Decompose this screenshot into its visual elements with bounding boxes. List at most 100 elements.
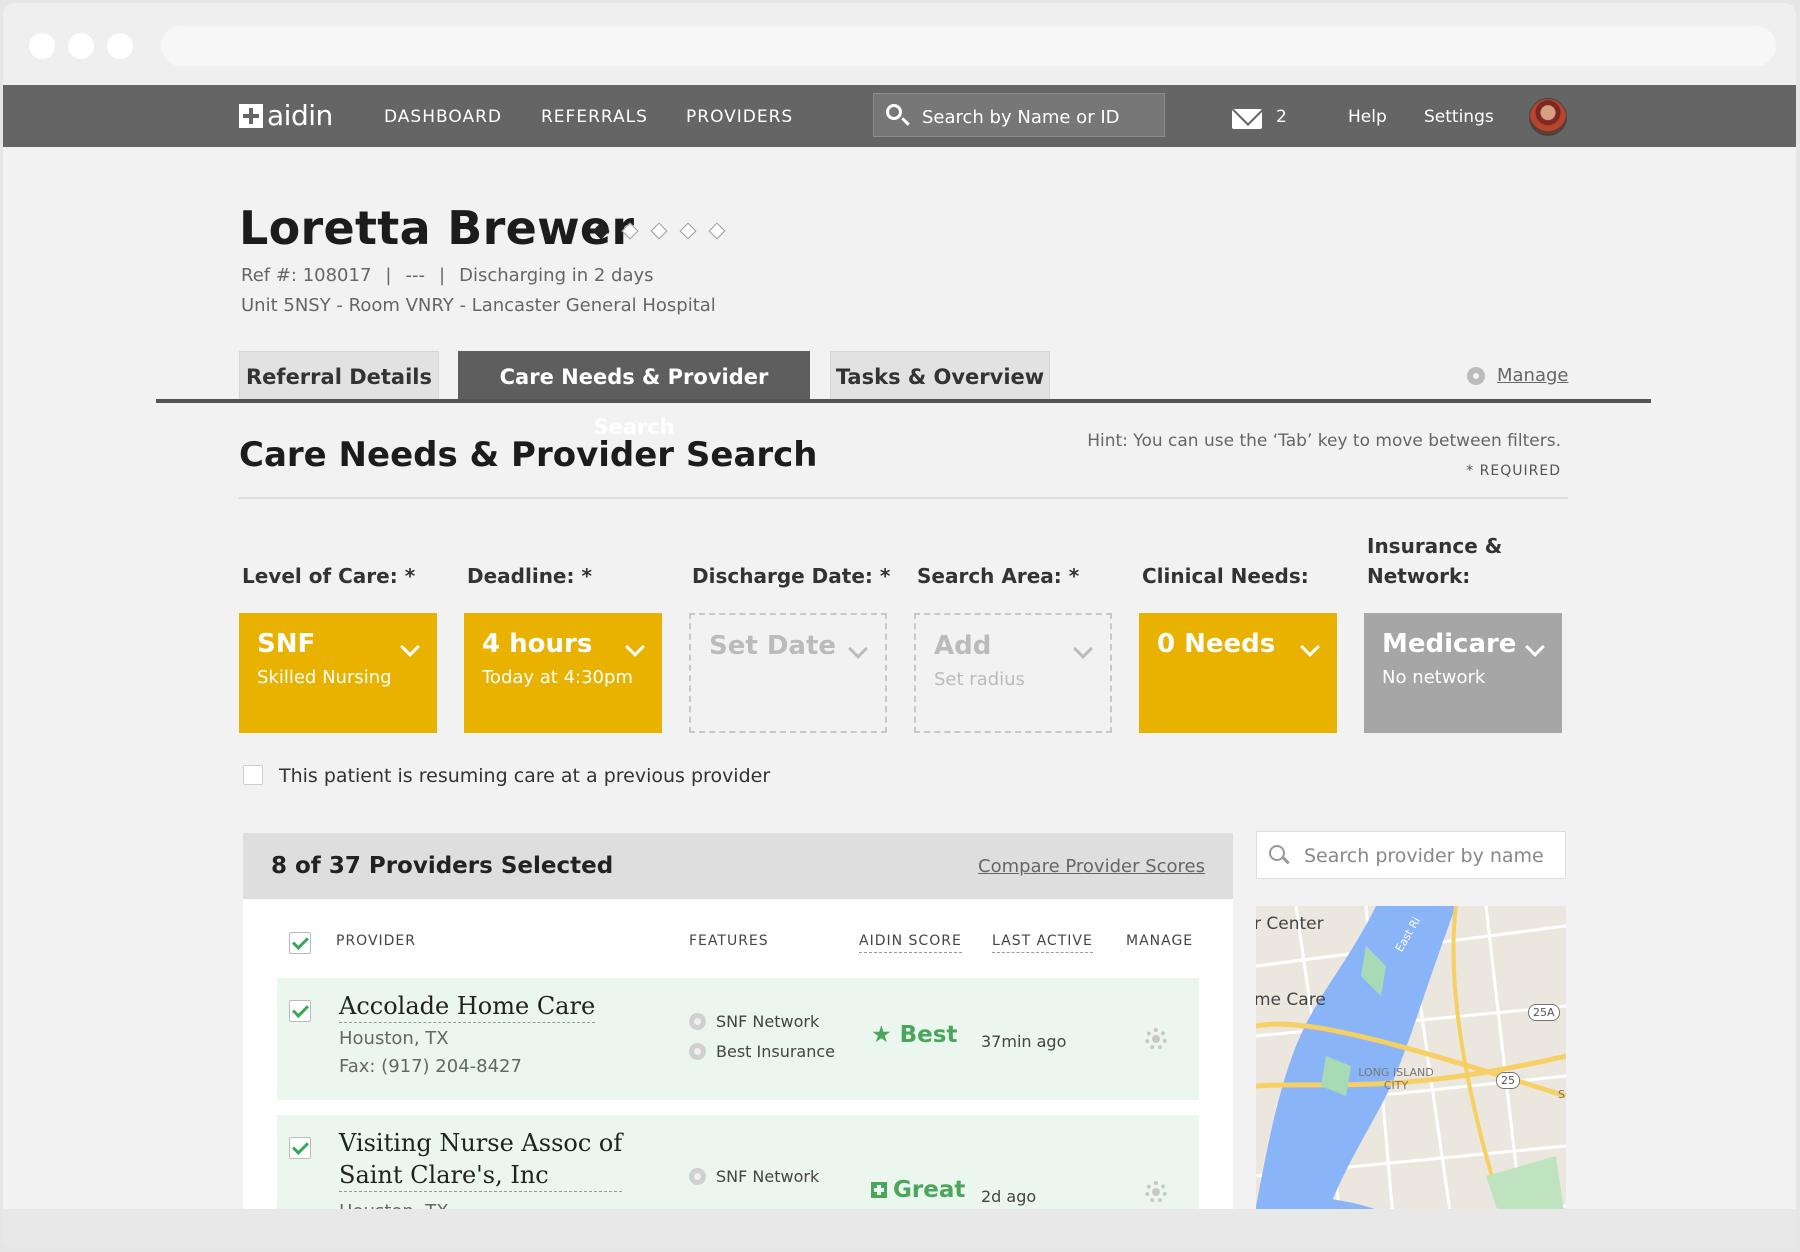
feature-label: Best Insurance xyxy=(716,1042,836,1061)
col-last-active[interactable]: LAST ACTIVE xyxy=(992,933,1093,953)
chevron-down-icon xyxy=(1300,637,1320,657)
global-search xyxy=(873,93,1165,137)
resume-care-checkbox[interactable] xyxy=(243,765,263,785)
meta-placeholder: --- xyxy=(405,265,426,286)
nav-dashboard[interactable]: DASHBOARD xyxy=(384,107,502,127)
filter-label-clinical-needs: Clinical Needs: xyxy=(1142,564,1309,588)
providers-panel-header: 8 of 37 Providers Selected Compare Provi… xyxy=(243,833,1233,899)
address-bar[interactable] xyxy=(161,26,1776,66)
compare-scores-link[interactable]: Compare Provider Scores xyxy=(978,856,1205,877)
filter-search-area[interactable]: Add Set radius xyxy=(914,613,1112,733)
last-active: 37min ago xyxy=(981,1032,1067,1051)
chevron-down-icon xyxy=(400,637,420,657)
filter-discharge-date[interactable]: Set Date xyxy=(689,613,887,733)
section-divider xyxy=(239,497,1568,499)
select-all-checkbox[interactable] xyxy=(289,932,311,954)
provider-name[interactable]: Visiting Nurse Assoc of Saint Clare's, I… xyxy=(339,1127,623,1192)
chevron-down-icon xyxy=(1073,639,1093,659)
filter-label-level-of-care: Level of Care: * xyxy=(242,564,416,588)
logo-text: aidin xyxy=(267,99,333,132)
provider-search-input[interactable] xyxy=(1302,842,1556,870)
search-icon xyxy=(1269,845,1285,861)
filter-value: SNF xyxy=(257,629,316,659)
filter-label-search-area: Search Area: * xyxy=(917,564,1080,588)
network-icon xyxy=(689,1168,706,1185)
section-title: Care Needs & Provider Search xyxy=(239,435,818,475)
tab-hint: Hint: You can use the ‘Tab’ key to move … xyxy=(1087,431,1561,451)
patient-location: Unit 5NSY - Room VNRY - Lancaster Genera… xyxy=(241,295,716,316)
nav-referrals[interactable]: REFERRALS xyxy=(541,107,648,127)
map-label: S xyxy=(1558,1088,1565,1101)
filter-sub: Set radius xyxy=(934,669,1025,690)
col-aidin-score[interactable]: AIDIN SCORE xyxy=(859,933,962,953)
nav-settings[interactable]: Settings xyxy=(1424,107,1494,127)
provider-name-line1: Visiting Nurse Assoc of xyxy=(339,1129,623,1157)
logo-plus-icon xyxy=(239,104,263,128)
meta-separator: | xyxy=(439,265,446,286)
map-label: LONG ISLAND CITY xyxy=(1358,1066,1434,1092)
mail-icon[interactable] xyxy=(1232,109,1262,129)
filter-sub: No network xyxy=(1382,667,1486,688)
highway-shield: 25 xyxy=(1496,1072,1520,1089)
filter-label-discharge-date: Discharge Date: * xyxy=(692,564,891,588)
patient-name: Loretta Brewer xyxy=(239,201,635,255)
progress-step-icon xyxy=(650,222,668,240)
progress-step-icon xyxy=(621,222,639,240)
user-avatar[interactable] xyxy=(1529,98,1567,136)
required-note: * REQUIRED xyxy=(1466,463,1561,479)
row-checkbox[interactable] xyxy=(289,1137,311,1159)
tab-tasks-overview[interactable]: Tasks & Overview xyxy=(830,351,1050,399)
filter-clinical-needs[interactable]: 0 Needs xyxy=(1139,613,1337,733)
chevron-down-icon xyxy=(1525,637,1545,657)
row-checkbox[interactable] xyxy=(289,1000,311,1022)
global-search-input[interactable] xyxy=(920,103,1154,131)
tab-care-needs[interactable]: Care Needs & Provider Search xyxy=(458,351,810,439)
filter-level-of-care[interactable]: SNF Skilled Nursing xyxy=(239,613,437,733)
aidin-score: Great xyxy=(871,1177,965,1203)
gear-icon[interactable] xyxy=(1145,1181,1167,1203)
table-row[interactable]: Accolade Home Care Houston, TX Fax: (917… xyxy=(277,978,1199,1100)
tab-divider xyxy=(156,399,1651,403)
progress-diamonds xyxy=(592,222,740,240)
nav-providers[interactable]: PROVIDERS xyxy=(686,107,793,127)
gear-icon[interactable] xyxy=(1145,1028,1167,1050)
filter-deadline[interactable]: 4 hours Today at 4:30pm xyxy=(464,613,662,733)
map-label: r Center xyxy=(1256,914,1324,934)
aidin-logo[interactable]: aidin xyxy=(239,102,333,130)
top-nav: aidin DASHBOARD REFERRALS PROVIDERS 2 He… xyxy=(3,85,1796,147)
feature-label: SNF Network xyxy=(716,1167,820,1186)
window-maximize-dot[interactable] xyxy=(107,33,133,59)
filter-insurance[interactable]: Medicare No network xyxy=(1364,613,1562,733)
score-label: Great xyxy=(893,1177,966,1203)
star-icon: ★ xyxy=(871,1022,892,1048)
provider-name[interactable]: Accolade Home Care xyxy=(339,990,596,1023)
filter-label-insurance-line2: Network: xyxy=(1367,564,1471,588)
progress-step-icon xyxy=(592,222,610,240)
filter-sub: Skilled Nursing xyxy=(257,667,392,688)
progress-step-icon xyxy=(708,222,726,240)
browser-toolbar xyxy=(3,3,1796,85)
filter-value: Set Date xyxy=(709,631,837,661)
manage-link[interactable]: Manage xyxy=(1467,365,1569,386)
filter-label-deadline: Deadline: * xyxy=(467,564,592,588)
nav-help[interactable]: Help xyxy=(1348,107,1387,127)
provider-map[interactable]: r Center me Care East Ri LONG ISLAND CIT… xyxy=(1256,906,1566,1249)
chevron-down-icon xyxy=(848,639,868,659)
feature-item: Best Insurance xyxy=(689,1042,835,1061)
tab-referral-details[interactable]: Referral Details xyxy=(239,351,439,399)
discharge-status: Discharging in 2 days xyxy=(459,265,654,286)
insurance-icon xyxy=(689,1043,706,1060)
mail-count[interactable]: 2 xyxy=(1276,107,1287,127)
filter-value: 4 hours xyxy=(482,629,593,659)
provider-fax: Fax: (917) 204-8427 xyxy=(339,1056,522,1077)
resume-care-label: This patient is resuming care at a previ… xyxy=(279,765,771,787)
feature-item: SNF Network xyxy=(689,1012,819,1031)
window-minimize-dot[interactable] xyxy=(68,33,94,59)
window-close-dot[interactable] xyxy=(29,33,55,59)
provider-city: Houston, TX xyxy=(339,1028,449,1049)
meta-separator: | xyxy=(385,265,392,286)
manage-label: Manage xyxy=(1497,365,1569,386)
network-icon xyxy=(689,1013,706,1030)
providers-selected-count: 8 of 37 Providers Selected xyxy=(271,853,614,879)
providers-panel: 8 of 37 Providers Selected Compare Provi… xyxy=(243,833,1233,1249)
